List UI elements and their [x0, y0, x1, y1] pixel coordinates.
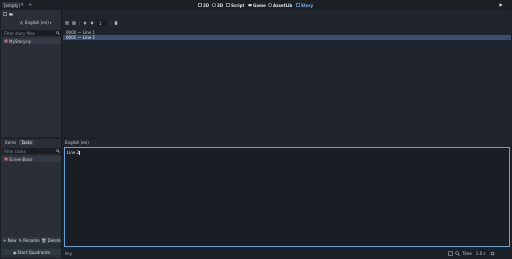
- new-task-label: New: [7, 237, 17, 243]
- scene-tab-close-icon[interactable]: ×: [20, 2, 24, 8]
- start-quadrante-button[interactable]: ◉ Start Quadrante: [2, 249, 61, 255]
- task-icon: [4, 157, 8, 161]
- settings-icon[interactable]: [490, 251, 495, 256]
- 2d-icon: [198, 3, 202, 7]
- line-editor-panel: English (en) Line 2: [63, 139, 511, 248]
- translate-icon: A: [20, 21, 23, 25]
- 3d-icon: [212, 3, 216, 7]
- rename-task-label: Rename: [23, 237, 40, 243]
- trash-icon: 🗑: [41, 237, 47, 243]
- trash-icon[interactable]: [114, 21, 118, 25]
- tab-tasks-label: Tasks: [21, 140, 32, 145]
- line-number-input[interactable]: 1: [97, 20, 107, 26]
- rename-icon: ✎: [18, 237, 23, 243]
- scene-tab-label: [empty]: [4, 2, 20, 8]
- status-bar: Key Time 1.0 s: [63, 248, 511, 259]
- start-quadrante-label: Start Quadrante: [17, 249, 50, 255]
- rename-task-button[interactable]: ✎ Rename: [18, 237, 40, 243]
- scene-tab[interactable]: [empty]: [2, 2, 20, 8]
- file-list-item[interactable]: MyStory.ny: [2, 38, 61, 44]
- workspace-assetlib[interactable]: AssetLib: [268, 2, 292, 8]
- grid-icon[interactable]: [65, 21, 69, 25]
- workspace-assetlib-label: AssetLib: [273, 2, 293, 8]
- zoom-input[interactable]: 1.0 s: [473, 250, 488, 256]
- status-key-label: Key: [65, 251, 73, 256]
- story-files-panel: A English (en) ▾ Filter story files MySt…: [1, 10, 62, 137]
- line-text-editor[interactable]: Line 2: [64, 147, 510, 247]
- workspace-script[interactable]: Script: [226, 2, 244, 8]
- zoom-icon[interactable]: [455, 250, 460, 256]
- open-folder-icon[interactable]: [9, 12, 13, 16]
- zoom-value: 1.0 s: [475, 250, 486, 256]
- start-icon: ◉: [13, 249, 17, 255]
- line-label: 0001 — Line 2: [66, 35, 95, 40]
- plus-icon: +: [3, 237, 7, 243]
- list-icon[interactable]: [72, 21, 76, 25]
- arrow-down-icon[interactable]: [90, 21, 94, 25]
- text-cursor: [79, 151, 80, 155]
- script-icon: [226, 3, 230, 7]
- workspace-story[interactable]: Story: [296, 2, 313, 8]
- top-bar: [empty] × + 2D 3D Script Game AssetLib S…: [0, 0, 512, 10]
- arrow-up-icon[interactable]: [83, 21, 87, 25]
- workspace-2d[interactable]: 2D: [198, 2, 209, 8]
- delete-task-label: Delete: [47, 237, 61, 243]
- workspace-3d-label: 3D: [217, 2, 224, 8]
- tasks-panel: Items Tasks Filter tasks ScreenBase + Ne…: [1, 139, 62, 258]
- task-actions: + New ✎ Rename 🗑 Delete: [2, 237, 61, 243]
- story-lines-panel: 1 0000 — Line 1 0001 — Line 2: [63, 10, 511, 137]
- task-filter-placeholder: Filter tasks: [4, 148, 26, 154]
- task-filter-input[interactable]: Filter tasks: [2, 148, 61, 154]
- timeline-icon[interactable]: [448, 251, 453, 256]
- tasks-tabbar: Items Tasks: [3, 140, 34, 145]
- toolbar-divider: [110, 20, 111, 26]
- workspace-2d-label: 2D: [203, 2, 210, 8]
- workspace-game-label: Game: [253, 2, 266, 8]
- workspace-3d[interactable]: 3D: [212, 2, 223, 8]
- editor-text: Line 2: [67, 150, 80, 155]
- editor-language-header: English (en): [65, 140, 89, 145]
- task-label: ScreenBase: [9, 156, 33, 162]
- toolbar-divider: [79, 20, 80, 26]
- table-row-selected[interactable]: 0001 — Line 2: [63, 35, 511, 40]
- story-filter-input[interactable]: Filter story files: [2, 30, 61, 36]
- workspace-script-label: Script: [231, 2, 245, 8]
- game-icon: [248, 4, 252, 7]
- files-toolbar: [3, 12, 13, 16]
- workspace-story-label: Story: [301, 2, 314, 8]
- story-icon: [296, 3, 300, 7]
- line-number-value: 1: [99, 20, 102, 26]
- new-file-icon[interactable]: [3, 12, 7, 16]
- svg-text:A: A: [20, 21, 23, 25]
- search-icon: [56, 149, 60, 153]
- story-file-icon: [4, 39, 8, 43]
- story-filter-placeholder: Filter story files: [4, 30, 35, 36]
- tab-tasks[interactable]: Tasks: [19, 140, 34, 145]
- language-select[interactable]: A English (en) ▾: [20, 20, 51, 25]
- search-icon: [56, 31, 60, 35]
- lines-toolbar: 1: [65, 20, 118, 26]
- delete-task-button[interactable]: 🗑 Delete: [40, 237, 61, 243]
- tab-items[interactable]: Items: [3, 140, 18, 145]
- language-label: English (en): [25, 20, 49, 25]
- add-scene-tab-button[interactable]: +: [28, 2, 32, 8]
- workspace-game[interactable]: Game: [248, 2, 266, 8]
- assetlib-icon: [268, 3, 272, 7]
- chevron-down-icon: ▾: [49, 20, 52, 25]
- tab-items-label: Items: [5, 140, 17, 145]
- file-label: MyStory.ny: [9, 38, 31, 44]
- time-label: Time: [462, 250, 472, 256]
- new-task-button[interactable]: + New: [2, 237, 18, 243]
- play-icon[interactable]: [499, 3, 503, 7]
- status-controls: Time 1.0 s: [448, 250, 495, 256]
- task-list-item[interactable]: ScreenBase: [2, 156, 61, 162]
